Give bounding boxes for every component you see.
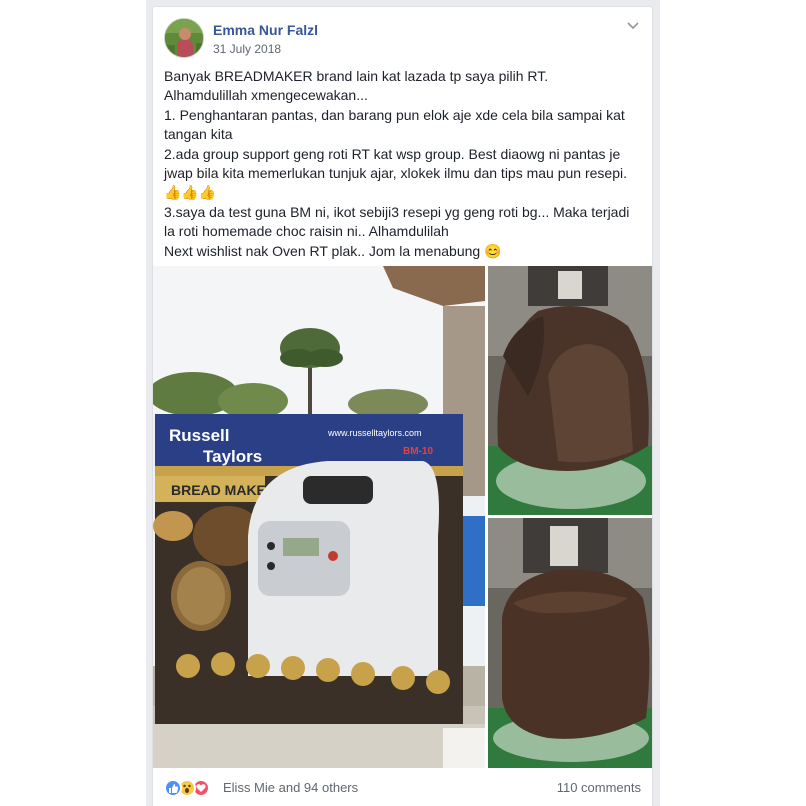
photo-bread-loaf-cut[interactable]	[488, 266, 652, 515]
author-name[interactable]: Emma Nur Falzl	[213, 22, 318, 38]
photo-grid: Russell Taylors www.russelltaylors.com B…	[153, 266, 652, 768]
chevron-down-icon[interactable]	[626, 19, 640, 33]
post-card: Emma Nur Falzl 31 July 2018 Banyak BREAD…	[152, 6, 653, 806]
post-text-line: jwap bila kita memerlukan tunjuk ajar, x…	[164, 165, 628, 182]
post-header: Emma Nur Falzl 31 July 2018	[163, 17, 642, 59]
photo-breadmaker-box[interactable]: Russell Taylors www.russelltaylors.com B…	[153, 266, 485, 768]
box-brand-line1: Russell	[169, 426, 229, 445]
post-text-line: 2.ada group support geng roti RT kat wsp…	[164, 145, 621, 162]
box-brand-line2: Taylors	[203, 447, 262, 466]
reaction-names[interactable]: Eliss Mie and 94 others	[223, 780, 358, 795]
like-icon	[164, 779, 182, 797]
post-text-line: Banyak BREADMAKER brand lain kat lazada …	[164, 68, 549, 84]
thumbs-up-emoji-line: 👍👍👍	[164, 184, 217, 201]
post-text-line: 3.saya da test guna BM ni, ikot sebiji3 …	[164, 203, 630, 220]
post-text-line: la roti homemade choc raisin ni.. Alhamd…	[164, 223, 449, 240]
post-date[interactable]: 31 July 2018	[213, 42, 281, 56]
author-avatar[interactable]	[164, 18, 204, 58]
box-model: BM-10	[403, 446, 433, 457]
post-text-line: Alhamdulillah xmengecewakan...	[164, 87, 368, 104]
comments-count[interactable]: 110 comments	[557, 780, 641, 795]
post-text-line: 1. Penghantaran pantas, dan barang pun e…	[164, 106, 625, 123]
photo-bread-loaf-whole[interactable]	[488, 518, 652, 768]
post-text-line: Next wishlist nak Oven RT plak.. Jom la …	[164, 242, 502, 259]
post-footer: Eliss Mie and 94 others 110 comments	[164, 771, 641, 801]
reaction-icons[interactable]	[164, 779, 220, 797]
post-text-line: tangan kita	[164, 126, 233, 143]
box-website: www.russelltaylors.com	[327, 428, 422, 438]
post-text: Banyak BREADMAKER brand lain kat lazada …	[164, 67, 644, 261]
